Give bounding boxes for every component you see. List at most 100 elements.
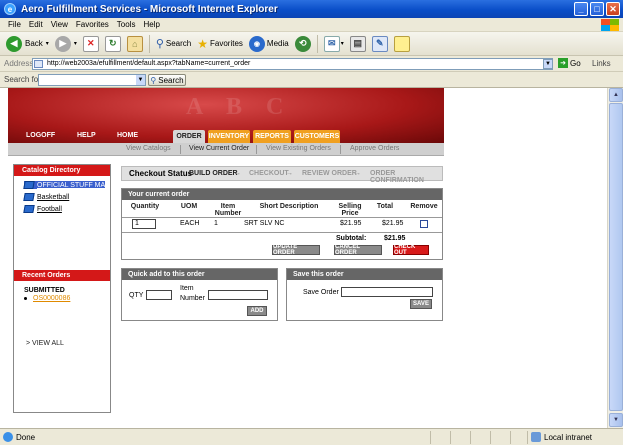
edit-button[interactable]: ✎ — [371, 35, 388, 52]
history-icon: ⟲ — [294, 35, 311, 52]
subnav-approve-orders[interactable]: Approve Orders — [350, 145, 399, 152]
check-out-button[interactable]: CHECK OUT — [393, 244, 429, 256]
zone-label: Local intranet — [544, 432, 593, 442]
window-title: Aero Fulfillment Services - Microsoft In… — [21, 3, 278, 15]
quick-qty-input[interactable] — [146, 290, 172, 300]
col-remove: Remove — [410, 203, 438, 210]
quantity-input[interactable]: 1 — [132, 219, 156, 229]
forward-dropdown-icon[interactable]: ▾ — [74, 40, 77, 47]
print-button[interactable]: ▤ — [349, 35, 366, 52]
search-submit-button[interactable]: ⚲ Search — [148, 74, 186, 86]
toolbar-divider — [148, 34, 150, 53]
row-item-number: 1 — [214, 220, 218, 227]
help-link[interactable]: HELP — [77, 132, 96, 139]
catalog-item-basketball[interactable]: Basketball — [23, 193, 70, 201]
maximize-button[interactable]: □ — [590, 2, 604, 16]
submitted-label: SUBMITTED — [24, 287, 65, 294]
media-icon: ◉ — [248, 35, 265, 52]
menu-edit[interactable]: Edit — [29, 20, 43, 29]
home-button[interactable]: ⌂ — [126, 35, 143, 52]
go-label: Go — [570, 58, 581, 68]
minimize-button[interactable]: _ — [574, 2, 588, 16]
forward-arrow-icon: ▶ — [54, 35, 71, 52]
tab-reports[interactable]: REPORTS — [253, 130, 291, 143]
address-label: Address — [4, 59, 34, 68]
search-button[interactable]: ⚲ Search — [156, 37, 191, 50]
stop-button[interactable]: ✕ — [82, 35, 99, 52]
subnav-view-current-order[interactable]: View Current Order — [189, 145, 249, 152]
subnav-view-existing-orders[interactable]: View Existing Orders — [266, 145, 331, 152]
search-dropdown-icon[interactable]: ▼ — [136, 75, 145, 85]
vertical-scrollbar[interactable]: ▲ ▼ — [607, 88, 623, 428]
table-divider — [122, 232, 442, 233]
menu-file[interactable]: File — [8, 20, 21, 29]
search-input[interactable] — [38, 74, 146, 86]
favorites-button[interactable]: ★ Favorites — [197, 37, 243, 51]
title-bar: e Aero Fulfillment Services - Microsoft … — [0, 0, 623, 18]
recent-order-item[interactable]: OS0000086 — [24, 295, 70, 302]
save-order-input[interactable] — [341, 287, 433, 297]
links-button[interactable]: Links — [592, 59, 611, 68]
windows-flag-icon — [601, 19, 619, 31]
save-order-panel: Save this order Save Order SAVE — [286, 268, 443, 321]
close-button[interactable]: ✕ — [606, 2, 620, 16]
checkout-status-bar: Checkout Status BUILD ORDER → CHECKOUT →… — [121, 166, 443, 184]
row-uom: EACH — [180, 220, 200, 227]
logoff-link[interactable]: LOGOFF — [26, 132, 55, 139]
refresh-button[interactable]: ↻ — [104, 35, 121, 52]
address-dropdown-icon[interactable]: ▼ — [543, 59, 553, 69]
tab-inventory[interactable]: INVENTORY — [208, 130, 250, 143]
address-input[interactable]: http://web2003a/efulfillment/default.asp… — [32, 58, 553, 70]
mail-dropdown-icon[interactable]: ▾ — [341, 40, 344, 47]
forward-button[interactable]: ▶ ▾ — [54, 35, 77, 52]
update-order-button[interactable]: UPDATE ORDER — [272, 244, 320, 256]
menu-favorites[interactable]: Favorites — [76, 20, 109, 29]
page-done-icon — [3, 432, 13, 442]
tab-customers[interactable]: CUSTOMERS — [294, 130, 340, 143]
item-number-label-line2: Number — [180, 295, 205, 302]
book-icon — [23, 205, 35, 213]
catalog-item-label: Football — [37, 205, 62, 213]
discuss-button[interactable] — [393, 35, 410, 52]
media-label: Media — [266, 39, 289, 48]
scroll-up-icon[interactable]: ▲ — [609, 88, 623, 102]
history-button[interactable]: ⟲ — [294, 35, 311, 52]
address-bar: Address http://web2003a/efulfillment/def… — [0, 56, 623, 72]
step-arrow: → — [286, 170, 293, 177]
current-order-header: Your current order — [122, 189, 442, 200]
menu-tools[interactable]: Tools — [117, 20, 136, 29]
subnav-view-catalogs[interactable]: View Catalogs — [126, 145, 171, 152]
back-dropdown-icon[interactable]: ▾ — [46, 40, 49, 47]
add-button[interactable]: ADD — [247, 306, 267, 316]
scroll-down-icon[interactable]: ▼ — [609, 413, 623, 427]
menu-view[interactable]: View — [51, 20, 68, 29]
catalog-item-football[interactable]: Football — [23, 205, 62, 213]
search-submit-label: Search — [158, 75, 184, 85]
recent-order-link[interactable]: OS0000086 — [33, 295, 70, 302]
menu-help[interactable]: Help — [143, 20, 159, 29]
remove-checkbox[interactable] — [420, 220, 428, 228]
sub-navigation: View Catalogs View Current Order View Ex… — [8, 143, 444, 156]
mail-button[interactable]: ✉ ▾ — [323, 35, 344, 52]
cancel-order-button[interactable]: CANCEL ORDER — [334, 244, 382, 256]
book-icon — [23, 181, 35, 189]
back-button[interactable]: ◀ Back ▾ — [6, 35, 49, 52]
mail-icon: ✉ — [323, 35, 340, 52]
subnav-divider — [180, 145, 181, 154]
row-price: $21.95 — [340, 220, 362, 227]
scroll-thumb[interactable] — [609, 103, 623, 411]
quick-item-number-input[interactable] — [208, 290, 268, 300]
step-arrow: → — [234, 170, 241, 177]
recent-orders-header: Recent Orders — [14, 270, 110, 281]
media-button[interactable]: ◉ Media — [248, 35, 289, 52]
banner-ghost-letter: C — [266, 94, 284, 120]
save-button[interactable]: SAVE — [410, 299, 432, 309]
search-icon: ⚲ — [155, 38, 164, 50]
step-checkout: CHECKOUT — [249, 170, 289, 177]
view-all-link[interactable]: > VIEW ALL — [26, 340, 64, 347]
go-button[interactable]: ➜ Go — [558, 58, 581, 68]
catalog-item-label: Basketball — [37, 193, 70, 201]
catalog-item-official[interactable]: OFFICIAL STUFF MA — [23, 181, 106, 189]
home-link[interactable]: HOME — [117, 132, 138, 139]
tab-order[interactable]: ORDER — [173, 130, 205, 143]
